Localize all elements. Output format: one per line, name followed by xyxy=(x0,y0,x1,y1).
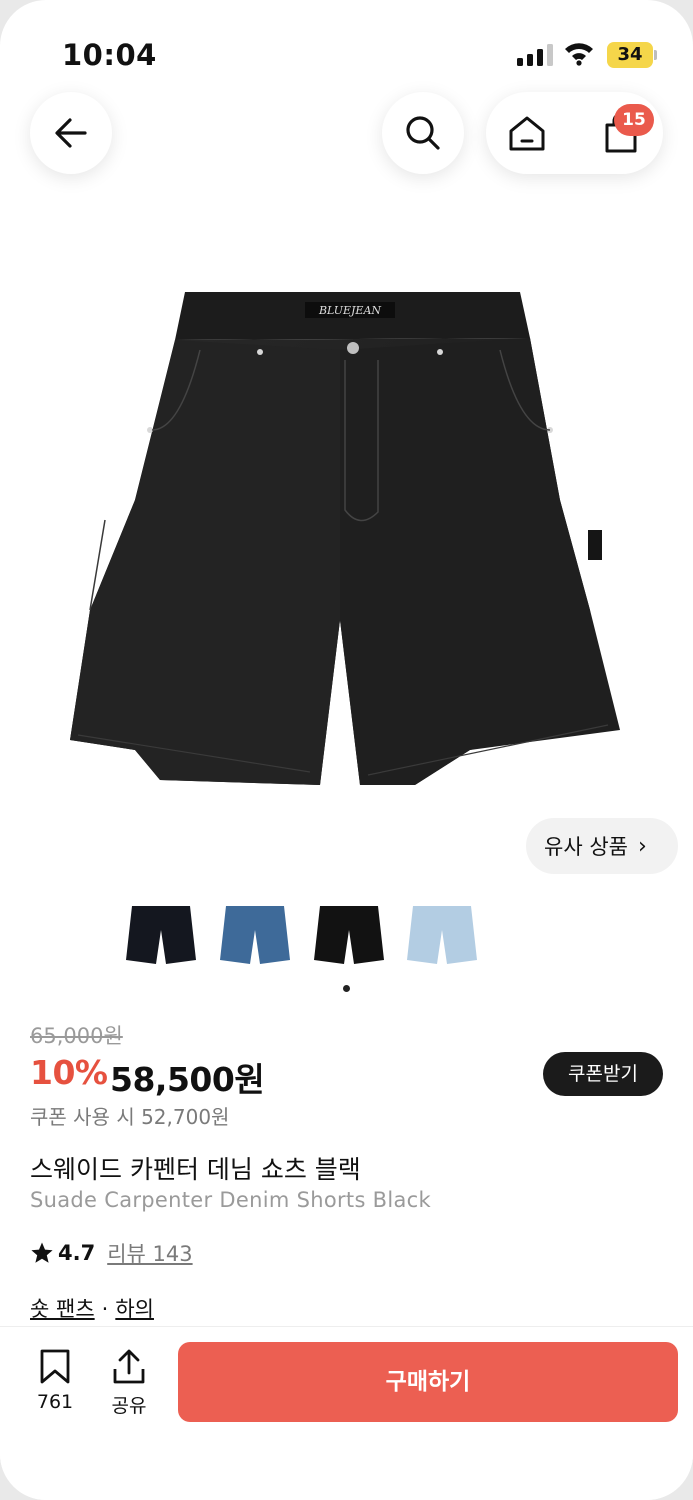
product-image[interactable]: BLUEJEAN xyxy=(60,280,640,800)
thumbnail-black-shorts-alt[interactable] xyxy=(310,900,388,972)
back-button[interactable] xyxy=(30,92,112,174)
get-coupon-button[interactable]: 쿠폰받기 xyxy=(543,1052,663,1096)
status-time: 10:04 xyxy=(62,38,157,72)
phone-screen: 10:04 34 15 BLUEJEAN 유사 상품 › 65,000원 10%… xyxy=(0,0,693,1500)
arrow-left-icon xyxy=(55,118,87,148)
category-link-bottoms[interactable]: 하의 xyxy=(115,1297,154,1321)
share-icon xyxy=(113,1349,145,1384)
search-button[interactable] xyxy=(382,92,464,174)
buy-button[interactable]: 구매하기 xyxy=(178,1342,678,1422)
category-link-shorts[interactable]: 숏 팬츠 xyxy=(30,1297,95,1321)
bookmark-icon xyxy=(40,1349,70,1384)
bookmark-button[interactable]: 761 xyxy=(25,1349,85,1413)
discount-rate: 10% xyxy=(30,1053,108,1092)
battery-level: 34 xyxy=(617,44,643,65)
similar-products-label: 유사 상품 xyxy=(544,835,628,859)
star-icon xyxy=(31,1242,53,1263)
bottom-action-bar: 761 공유 구매하기 xyxy=(0,1326,693,1500)
product-name-en: Suade Carpenter Denim Shorts Black xyxy=(30,1188,431,1212)
share-button[interactable]: 공유 xyxy=(99,1349,159,1418)
thumbnail-light-blue-shorts[interactable] xyxy=(403,900,481,972)
category-breadcrumb: 숏 팬츠 · 하의 xyxy=(30,1293,154,1323)
bookmark-count: 761 xyxy=(36,1391,74,1413)
similar-products-button[interactable]: 유사 상품 › xyxy=(526,818,678,874)
product-name-ko: 스웨이드 카펜터 데님 쇼츠 블랙 xyxy=(30,1155,361,1184)
rating-value: 4.7 xyxy=(58,1241,96,1265)
home-icon[interactable] xyxy=(507,113,547,153)
color-thumbnails xyxy=(122,900,482,972)
status-bar: 10:04 34 xyxy=(0,0,693,100)
cellular-signal-icon xyxy=(517,44,553,66)
coupon-price: 쿠폰 사용 시 52,700원 xyxy=(30,1105,230,1129)
category-separator: · xyxy=(101,1297,109,1321)
wifi-icon xyxy=(565,43,593,66)
cart-count-badge: 15 xyxy=(614,104,654,136)
review-link[interactable]: 리뷰 143 xyxy=(107,1238,192,1268)
rating-row: 4.7 리뷰 143 xyxy=(30,1239,193,1267)
battery-icon: 34 xyxy=(607,42,657,68)
chevron-right-icon: › xyxy=(637,833,647,859)
original-price: 65,000원 xyxy=(30,1024,123,1048)
thumbnail-black-shorts[interactable] xyxy=(122,900,200,972)
sale-price: 58,500원 xyxy=(110,1060,265,1099)
thumbnail-blue-shorts[interactable] xyxy=(216,900,294,972)
gallery-page-indicator xyxy=(343,985,350,992)
search-icon xyxy=(406,116,440,150)
share-label: 공유 xyxy=(111,1395,147,1417)
svg-text:BLUEJEAN: BLUEJEAN xyxy=(318,304,381,317)
